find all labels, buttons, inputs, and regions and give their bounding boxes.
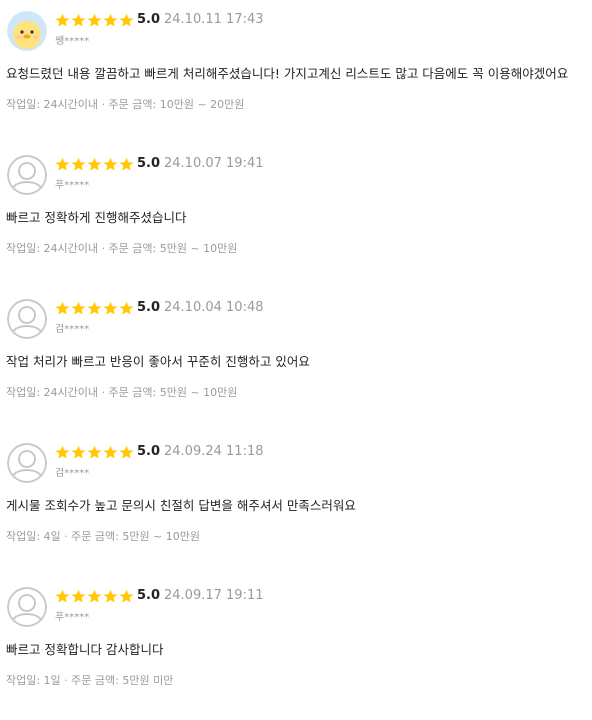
review-date: 24.09.24 11:18	[164, 444, 264, 459]
star-icon	[119, 445, 134, 459]
star-icon	[87, 157, 102, 171]
review-date: 24.10.11 17:43	[164, 12, 264, 27]
review-date: 24.10.07 19:41	[164, 156, 264, 171]
star-rating	[55, 13, 134, 31]
rating-score: 5.0	[137, 444, 161, 459]
star-icon	[71, 445, 86, 459]
review-item: 5.0 24.10.04 10:48 검***** 작업 처리가 빠르고 반응이…	[0, 288, 592, 432]
star-rating	[55, 589, 134, 607]
star-icon	[119, 301, 134, 315]
star-icon	[87, 13, 102, 27]
reviewer-name: 검*****	[55, 468, 90, 479]
star-icon	[55, 157, 70, 171]
review-text: 작업 처리가 빠르고 반응이 좋아서 꾸준히 진행하고 있어요	[6, 354, 310, 369]
rating-score: 5.0	[137, 588, 161, 603]
star-icon	[103, 13, 118, 27]
review-date: 24.09.17 19:11	[164, 588, 264, 603]
star-icon	[87, 301, 102, 315]
review-meta: 작업일: 24시간이내 · 주문 금액: 10만원 ~ 20만원	[6, 98, 245, 111]
star-icon	[71, 13, 86, 27]
star-icon	[103, 445, 118, 459]
review-text: 요청드렸던 내용 깔끔하고 빠르게 처리해주셨습니다! 가지고계신 리스트도 많…	[6, 66, 569, 81]
review-meta: 작업일: 24시간이내 · 주문 금액: 5만원 ~ 10만원	[6, 242, 238, 255]
rating-score: 5.0	[137, 156, 161, 171]
star-icon	[71, 157, 86, 171]
review-meta: 작업일: 24시간이내 · 주문 금액: 5만원 ~ 10만원	[6, 386, 238, 399]
star-icon	[55, 445, 70, 459]
duck-avatar-icon[interactable]	[7, 11, 47, 51]
review-text: 게시물 조회수가 높고 문의시 친절히 답변을 해주셔서 만족스러워요	[6, 498, 356, 513]
default-user-avatar-icon[interactable]	[7, 587, 47, 627]
reviewer-name: 검*****	[55, 324, 90, 335]
reviewer-name: 푸*****	[55, 612, 90, 623]
star-icon	[71, 301, 86, 315]
default-user-avatar-icon[interactable]	[7, 443, 47, 483]
star-rating	[55, 301, 134, 319]
review-item: 5.0 24.10.11 17:43 쌩***** 요청드렸던 내용 깔끔하고 …	[0, 0, 592, 144]
reviewer-name: 쌩*****	[55, 36, 90, 47]
star-icon	[119, 157, 134, 171]
star-icon	[103, 301, 118, 315]
star-icon	[119, 13, 134, 27]
star-icon	[103, 157, 118, 171]
star-icon	[71, 589, 86, 603]
star-rating	[55, 445, 134, 463]
rating-score: 5.0	[137, 12, 161, 27]
review-item: 5.0 24.09.24 11:18 검***** 게시물 조회수가 높고 문의…	[0, 432, 592, 576]
review-item: 5.0 24.09.17 19:11 푸***** 빠르고 정확합니다 감사합니…	[0, 576, 592, 720]
star-icon	[87, 445, 102, 459]
rating-score: 5.0	[137, 300, 161, 315]
star-icon	[55, 589, 70, 603]
review-item: 5.0 24.10.07 19:41 푸***** 빠르고 정확하게 진행해주셨…	[0, 144, 592, 288]
star-rating	[55, 157, 134, 175]
default-user-avatar-icon[interactable]	[7, 299, 47, 339]
star-icon	[103, 589, 118, 603]
review-meta: 작업일: 4일 · 주문 금액: 5만원 ~ 10만원	[6, 530, 201, 543]
star-icon	[87, 589, 102, 603]
star-icon	[119, 589, 134, 603]
review-date: 24.10.04 10:48	[164, 300, 264, 315]
star-icon	[55, 13, 70, 27]
star-icon	[55, 301, 70, 315]
review-text: 빠르고 정확합니다 감사합니다	[6, 642, 164, 657]
review-text: 빠르고 정확하게 진행해주셨습니다	[6, 210, 187, 225]
review-meta: 작업일: 1일 · 주문 금액: 5만원 미만	[6, 674, 174, 687]
default-user-avatar-icon[interactable]	[7, 155, 47, 195]
reviewer-name: 푸*****	[55, 180, 90, 191]
